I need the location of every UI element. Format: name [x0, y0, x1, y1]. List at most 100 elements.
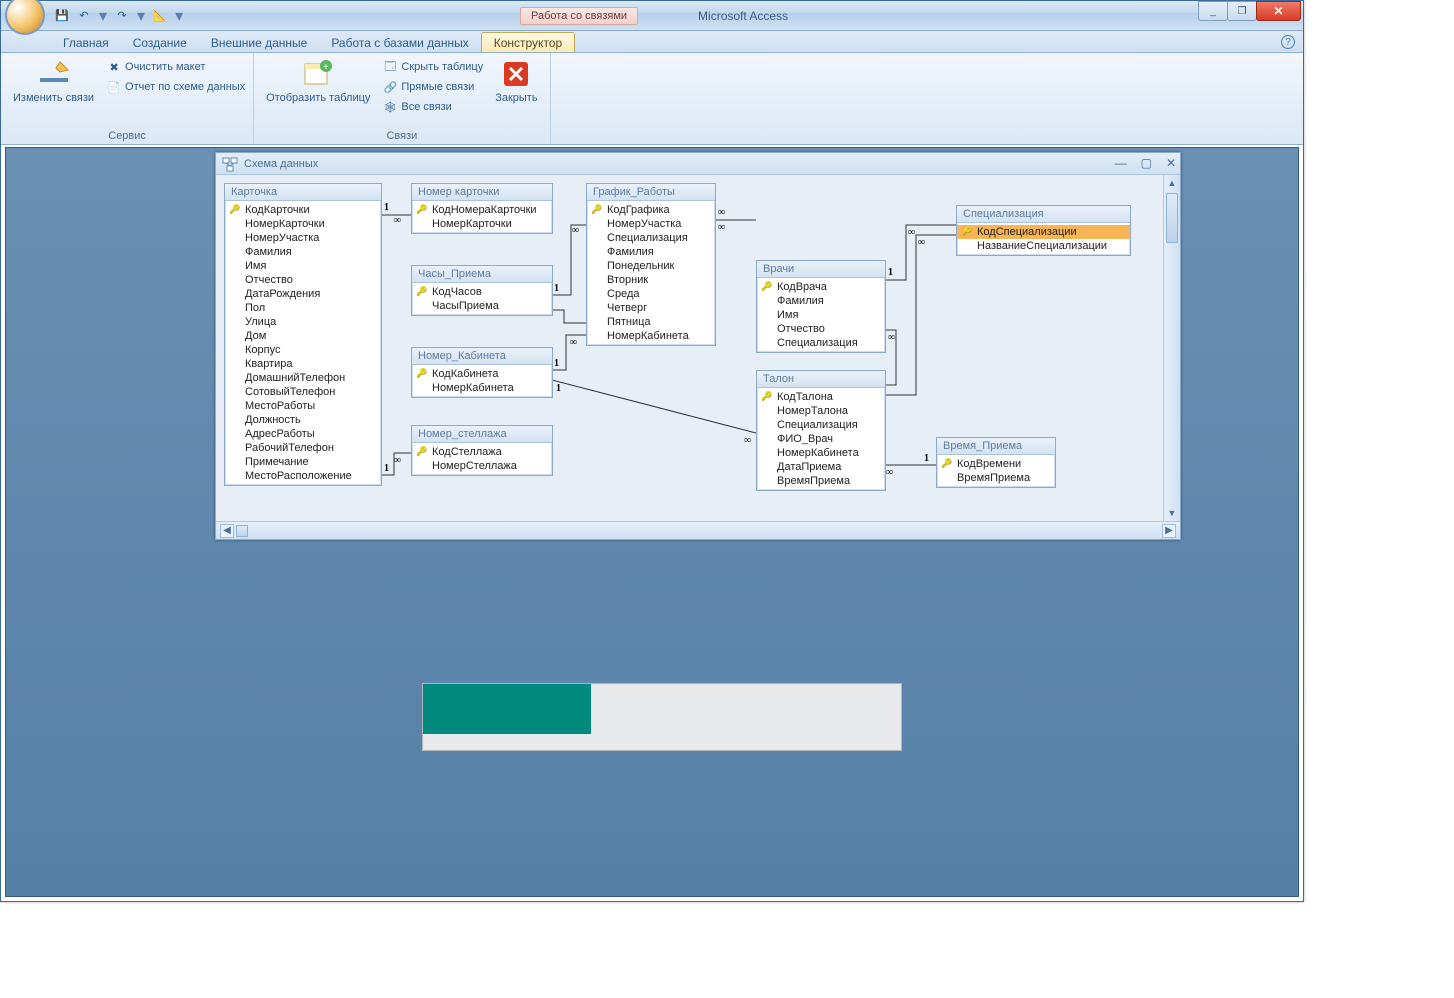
field[interactable]: КодКабинета: [412, 367, 552, 381]
field[interactable]: НомерКабинета: [757, 446, 885, 460]
tab-external[interactable]: Внешние данные: [199, 33, 320, 52]
undo-icon[interactable]: ↶: [75, 7, 93, 25]
direct-relationships-button[interactable]: 🔗Прямые связи: [380, 78, 485, 96]
field[interactable]: Специализация: [757, 418, 885, 432]
schema-canvas[interactable]: 1 ∞ 1 ∞ 1 ∞ 1 ∞ 1: [216, 175, 1180, 521]
field[interactable]: КодЧасов: [412, 285, 552, 299]
field[interactable]: ЧасыПриема: [412, 299, 552, 313]
field[interactable]: ДатаПриема: [757, 460, 885, 474]
field[interactable]: Фамилия: [587, 245, 715, 259]
field[interactable]: КодСтеллажа: [412, 445, 552, 459]
field[interactable]: Отчество: [225, 273, 381, 287]
field[interactable]: Среда: [587, 287, 715, 301]
table-nomer-kabineta[interactable]: Номер_Кабинета КодКабинета НомерКабинета: [411, 347, 553, 398]
field[interactable]: Специализация: [587, 231, 715, 245]
field[interactable]: РабочийТелефон: [225, 441, 381, 455]
field[interactable]: Пятница: [587, 315, 715, 329]
field[interactable]: НомерУчастка: [225, 231, 381, 245]
field[interactable]: Понедельник: [587, 259, 715, 273]
relationship-report-button[interactable]: 📄Отчет по схеме данных: [104, 78, 247, 96]
field[interactable]: Четверг: [587, 301, 715, 315]
help-icon[interactable]: ?: [1281, 35, 1295, 49]
field[interactable]: СотовыйТелефон: [225, 385, 381, 399]
schema-titlebar[interactable]: Схема данных — ▢ ✕: [216, 153, 1180, 175]
field[interactable]: НазваниеСпециализации: [957, 239, 1130, 253]
all-relationships-button[interactable]: 🕸Все связи: [380, 98, 485, 116]
field[interactable]: КодВремени: [937, 457, 1055, 471]
field[interactable]: ФИО_Врач: [757, 432, 885, 446]
hide-table-button[interactable]: 🗔Скрыть таблицу: [380, 58, 485, 76]
schema-window[interactable]: Схема данных — ▢ ✕ 1 ∞ 1 ∞: [215, 152, 1181, 540]
child-minimize[interactable]: —: [1115, 156, 1127, 170]
save-icon[interactable]: 💾: [53, 7, 71, 25]
field[interactable]: Отчество: [757, 322, 885, 336]
scroll-left-icon[interactable]: ◀: [220, 524, 234, 538]
tab-home[interactable]: Главная: [51, 33, 121, 52]
tab-dbtools[interactable]: Работа с базами данных: [319, 33, 480, 52]
field[interactable]: ДатаРождения: [225, 287, 381, 301]
form-icon[interactable]: 📐: [151, 7, 169, 25]
field[interactable]: НомерКабинета: [587, 329, 715, 343]
field[interactable]: Улица: [225, 315, 381, 329]
field[interactable]: Фамилия: [225, 245, 381, 259]
scroll-thumb[interactable]: [1166, 193, 1178, 243]
field[interactable]: НомерУчастка: [587, 217, 715, 231]
table-vremya-priema[interactable]: Время_Приема КодВремени ВремяПриема: [936, 437, 1056, 488]
scroll-up-icon[interactable]: ▲: [1164, 175, 1180, 191]
field[interactable]: МестоРасположение: [225, 469, 381, 483]
field[interactable]: АдресРаботы: [225, 427, 381, 441]
field[interactable]: Имя: [757, 308, 885, 322]
table-kartochka[interactable]: Карточка КодКарточки НомерКарточки Номер…: [224, 183, 382, 486]
field[interactable]: ДомашнийТелефон: [225, 371, 381, 385]
field[interactable]: НомерКарточки: [412, 217, 552, 231]
field[interactable]: КодВрача: [757, 280, 885, 294]
field[interactable]: Корпус: [225, 343, 381, 357]
field[interactable]: Должность: [225, 413, 381, 427]
field[interactable]: КодГрафика: [587, 203, 715, 217]
scroll-down-icon[interactable]: ▼: [1164, 505, 1180, 521]
clear-layout-button[interactable]: ✖Очистить макет: [104, 58, 247, 76]
table-chasy-priema[interactable]: Часы_Приема КодЧасов ЧасыПриема: [411, 265, 553, 316]
field[interactable]: Квартира: [225, 357, 381, 371]
close-design-button[interactable]: Закрыть: [489, 56, 543, 107]
close-button[interactable]: ✕: [1256, 1, 1301, 21]
field[interactable]: НомерКабинета: [412, 381, 552, 395]
child-close[interactable]: ✕: [1166, 156, 1176, 170]
field[interactable]: НомерКарточки: [225, 217, 381, 231]
field[interactable]: НомерТалона: [757, 404, 885, 418]
field[interactable]: Имя: [225, 259, 381, 273]
maximize-button[interactable]: ❐: [1227, 1, 1257, 21]
tab-create[interactable]: Создание: [121, 33, 199, 52]
table-nomer-stellazha[interactable]: Номер_стеллажа КодСтеллажа НомерСтеллажа: [411, 425, 553, 476]
field[interactable]: КодКарточки: [225, 203, 381, 217]
titlebar[interactable]: 💾 ↶ ▾ ↷ ▾ 📐 ▾ Работа со связями Microsof…: [1, 1, 1303, 31]
field[interactable]: КодТалона: [757, 390, 885, 404]
field[interactable]: КодНомераКарточки: [412, 203, 552, 217]
table-vrachi[interactable]: Врачи КодВрача Фамилия Имя Отчество Спец…: [756, 260, 886, 353]
tab-design[interactable]: Конструктор: [481, 32, 575, 52]
field[interactable]: Фамилия: [757, 294, 885, 308]
field[interactable]: ВремяПриема: [937, 471, 1055, 485]
office-button[interactable]: [5, 0, 45, 35]
vertical-scrollbar[interactable]: ▲ ▼: [1163, 175, 1180, 521]
field[interactable]: МестоРаботы: [225, 399, 381, 413]
table-talon[interactable]: Талон КодТалона НомерТалона Специализаци…: [756, 370, 886, 491]
field[interactable]: Вторник: [587, 273, 715, 287]
horizontal-scrollbar[interactable]: ◀ ▶: [216, 521, 1180, 539]
field[interactable]: ВремяПриема: [757, 474, 885, 488]
show-table-button[interactable]: + Отобразить таблицу: [260, 56, 376, 107]
field[interactable]: КодСпециализации: [957, 225, 1130, 239]
field[interactable]: Специализация: [757, 336, 885, 350]
field[interactable]: НомерСтеллажа: [412, 459, 552, 473]
table-nomer-kartochki[interactable]: Номер карточки КодНомераКарточки НомерКа…: [411, 183, 553, 234]
field[interactable]: Дом: [225, 329, 381, 343]
table-grafik-raboty[interactable]: График_Работы КодГрафика НомерУчастка Сп…: [586, 183, 716, 346]
scroll-right-icon[interactable]: ▶: [1162, 524, 1176, 538]
field[interactable]: Пол: [225, 301, 381, 315]
minimize-button[interactable]: _: [1198, 1, 1228, 21]
edit-relationships-button[interactable]: Изменить связи: [7, 56, 100, 107]
redo-icon[interactable]: ↷: [113, 7, 131, 25]
field[interactable]: Примечание: [225, 455, 381, 469]
table-spec[interactable]: Специализация КодСпециализации НазваниеС…: [956, 205, 1131, 256]
child-maximize[interactable]: ▢: [1141, 156, 1152, 170]
